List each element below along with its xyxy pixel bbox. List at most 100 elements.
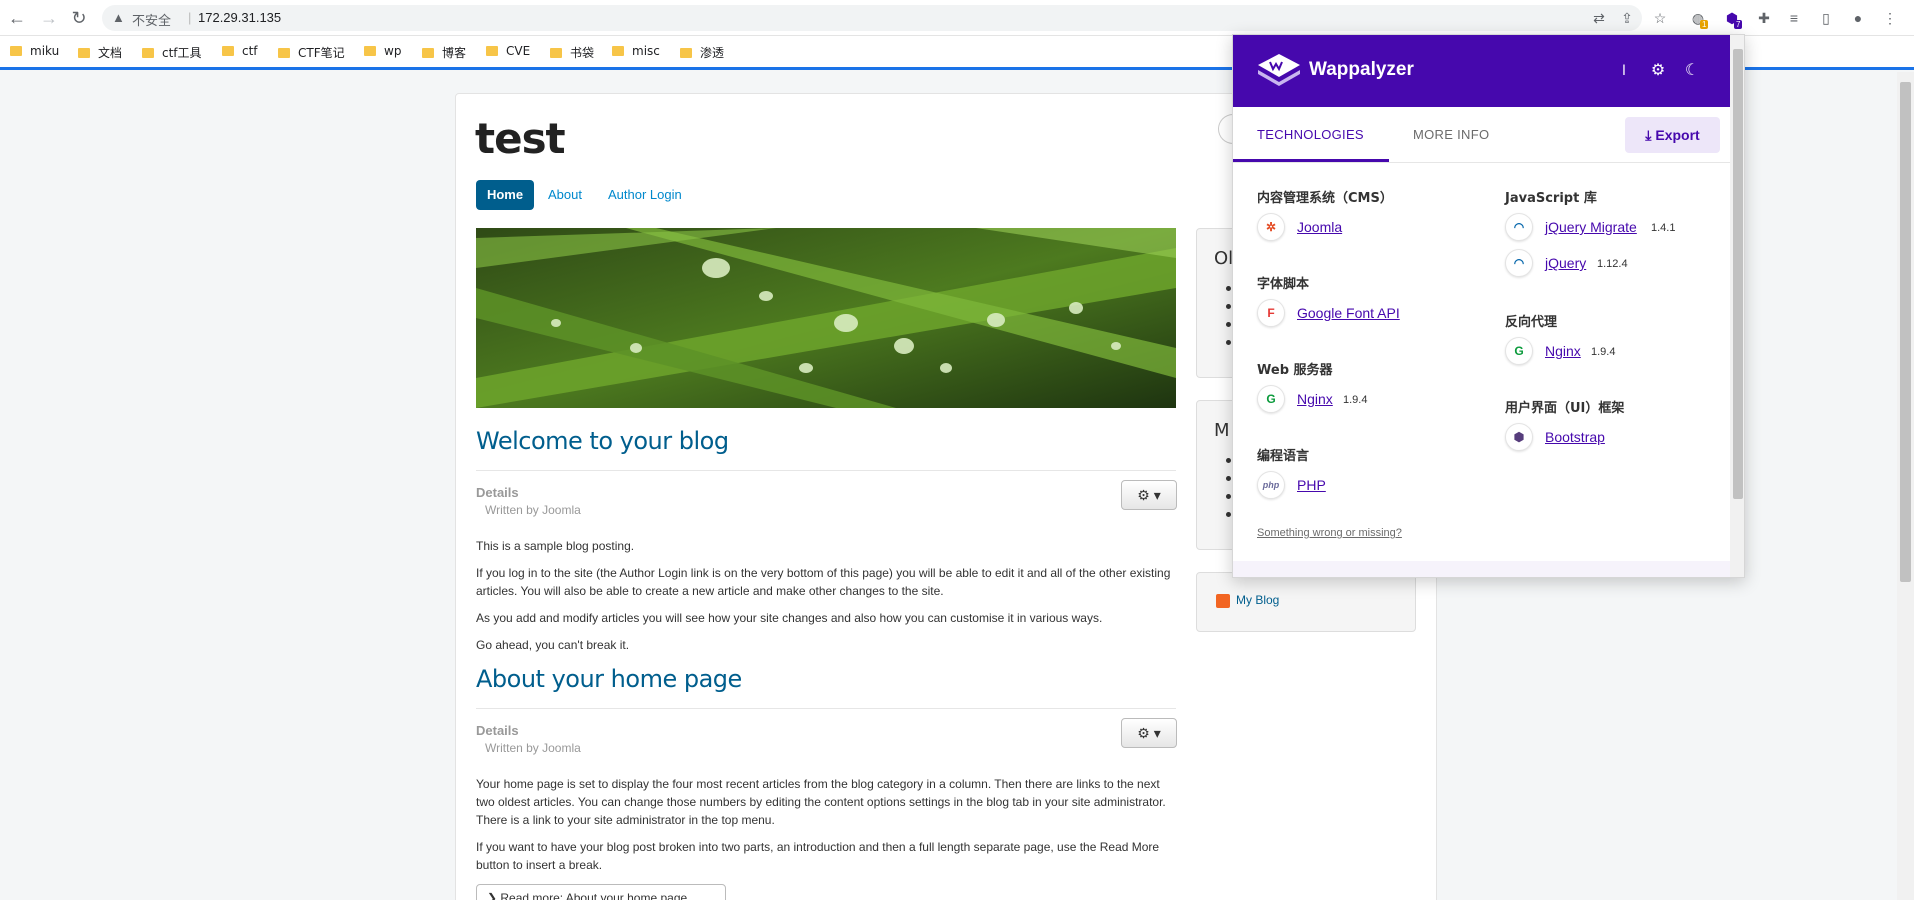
- bookmark-label: CTF笔记: [298, 46, 345, 60]
- bookmark-label: wp: [384, 44, 402, 58]
- dark-mode-moon-icon[interactable]: ☾: [1681, 60, 1703, 82]
- article-title[interactable]: About your home page: [476, 665, 742, 693]
- bullet: [1226, 494, 1231, 499]
- bookmark-folder[interactable]: 文档: [78, 44, 122, 62]
- nginx-icon: G: [1505, 337, 1533, 365]
- gear-icon: ⚙ ▾: [1137, 725, 1161, 741]
- media-queue-icon[interactable]: ≡: [1784, 8, 1804, 28]
- folder-icon: [222, 46, 234, 56]
- author-line: Written by Joomla: [485, 741, 581, 755]
- translate-icon[interactable]: ⇄: [1590, 9, 1608, 27]
- menu-kebab-icon[interactable]: ⋮: [1880, 8, 1900, 28]
- technology-link[interactable]: jQuery: [1545, 255, 1586, 271]
- nav-about[interactable]: About: [548, 187, 582, 202]
- extensions-puzzle-icon[interactable]: ✚: [1754, 8, 1774, 28]
- side-panel-icon[interactable]: ▯: [1816, 8, 1836, 28]
- bookmark-folder[interactable]: CTF笔记: [278, 44, 345, 62]
- category-heading: Web 服务器: [1257, 363, 1333, 378]
- bullet: [1226, 304, 1231, 309]
- site-title[interactable]: test: [475, 114, 566, 163]
- category-heading: 用户界面（UI）框架: [1505, 401, 1625, 416]
- forward-icon[interactable]: →: [38, 7, 60, 29]
- version-label: 1.9.4: [1591, 346, 1616, 358]
- bookmark-folder[interactable]: ctf: [222, 44, 258, 62]
- technology-link[interactable]: Joomla: [1297, 219, 1342, 235]
- share-icon[interactable]: ⇪: [1618, 9, 1636, 27]
- url-text[interactable]: 172.29.31.135: [198, 10, 281, 25]
- bookmark-folder[interactable]: 渗透: [680, 44, 724, 62]
- export-label: Export: [1655, 127, 1700, 143]
- settings-gear-icon[interactable]: ⚙: [1647, 60, 1669, 82]
- bookmark-label: 博客: [442, 46, 467, 60]
- page-scroll-thumb[interactable]: [1900, 82, 1911, 582]
- bullet: [1226, 512, 1231, 517]
- insecure-label: 不安全: [132, 14, 172, 29]
- technology-link[interactable]: Nginx: [1545, 343, 1581, 359]
- category-heading: 反向代理: [1505, 315, 1558, 330]
- bullet: [1226, 458, 1231, 463]
- export-button[interactable]: ⤓ Export: [1625, 117, 1720, 153]
- popup-footer-strip: [1233, 561, 1730, 577]
- nav-author-login[interactable]: Author Login: [608, 187, 682, 202]
- technology-link[interactable]: jQuery Migrate: [1545, 219, 1637, 235]
- article-paragraph: If you log in to the site (the Author Lo…: [476, 566, 1171, 598]
- bookmark-label: 书袋: [570, 46, 595, 60]
- jquery-icon: ◠: [1505, 213, 1533, 241]
- folder-icon: [680, 48, 692, 58]
- bookmark-folder[interactable]: CVE: [486, 44, 530, 62]
- nginx-icon: G: [1257, 385, 1285, 413]
- technology-link[interactable]: PHP: [1297, 477, 1326, 493]
- popup-scroll-thumb[interactable]: [1733, 49, 1743, 499]
- divider: [476, 708, 1176, 709]
- technology-link[interactable]: Google Font API: [1297, 305, 1400, 321]
- wappalyzer-title: Wappalyzer: [1309, 59, 1414, 80]
- bookmark-label: ctf工具: [162, 46, 202, 60]
- download-icon: ⤓: [1645, 127, 1656, 143]
- tab-technologies[interactable]: TECHNOLOGIES: [1257, 127, 1364, 142]
- joomla-icon: ✲: [1257, 213, 1285, 241]
- bootstrap-icon: ⬢: [1505, 423, 1533, 451]
- bookmark-star-icon[interactable]: ☆: [1650, 8, 1670, 28]
- technology-link[interactable]: Nginx: [1297, 391, 1333, 407]
- article-tools-button[interactable]: ⚙ ▾: [1121, 480, 1177, 510]
- read-more-button[interactable]: ❯ Read more: About your home page: [476, 884, 726, 900]
- bullet: [1226, 286, 1231, 291]
- report-issue-link[interactable]: Something wrong or missing?: [1257, 527, 1402, 539]
- warning-icon: ▲: [112, 10, 125, 25]
- bookmark-label: misc: [632, 44, 660, 58]
- jquery-icon: ◠: [1505, 249, 1533, 277]
- bookmark-folder[interactable]: ctf工具: [142, 44, 202, 62]
- bookmark-folder[interactable]: 博客: [422, 44, 466, 62]
- divider: [476, 470, 1176, 471]
- version-label: 1.9.4: [1343, 394, 1368, 406]
- tab-more-info[interactable]: MORE INFO: [1413, 127, 1489, 142]
- back-icon[interactable]: ←: [6, 7, 28, 29]
- php-icon: php: [1257, 471, 1285, 499]
- grass-dewdrops-image: [476, 228, 1176, 408]
- bookmark-folder[interactable]: misc: [612, 44, 660, 62]
- folder-icon: [364, 46, 376, 56]
- sidebar-heading: Ol: [1214, 248, 1234, 269]
- article-tools-button[interactable]: ⚙ ▾: [1121, 718, 1177, 748]
- folder-icon: [142, 48, 154, 58]
- nav-home[interactable]: Home: [476, 180, 534, 210]
- bookmark-folder[interactable]: miku: [10, 44, 59, 62]
- details-label: Details: [476, 485, 519, 500]
- reload-icon[interactable]: ↻: [68, 7, 90, 29]
- article-paragraph: As you add and modify articles you will …: [476, 611, 1103, 625]
- address-bar[interactable]: ▲ 不安全 | 172.29.31.135 ⇄ ⇪: [102, 5, 1642, 31]
- wappalyzer-header: Wappalyzer ⏽ ⚙ ☾: [1233, 35, 1730, 107]
- version-label: 1.4.1: [1651, 222, 1676, 234]
- wappalyzer-badge: 7: [1734, 20, 1743, 29]
- extension-badge: 1: [1700, 20, 1709, 29]
- active-tab-indicator: [1233, 159, 1389, 162]
- folder-icon: [486, 46, 498, 56]
- toggle-icon[interactable]: ⏽: [1613, 60, 1635, 82]
- author-line: Written by Joomla: [485, 503, 581, 517]
- article-title[interactable]: Welcome to your blog: [476, 427, 729, 455]
- bookmark-folder[interactable]: 书袋: [550, 44, 594, 62]
- technology-link[interactable]: Bootstrap: [1545, 429, 1605, 445]
- profile-icon[interactable]: ●: [1848, 8, 1868, 28]
- feed-link[interactable]: My Blog: [1236, 593, 1279, 607]
- bookmark-folder[interactable]: wp: [364, 44, 401, 62]
